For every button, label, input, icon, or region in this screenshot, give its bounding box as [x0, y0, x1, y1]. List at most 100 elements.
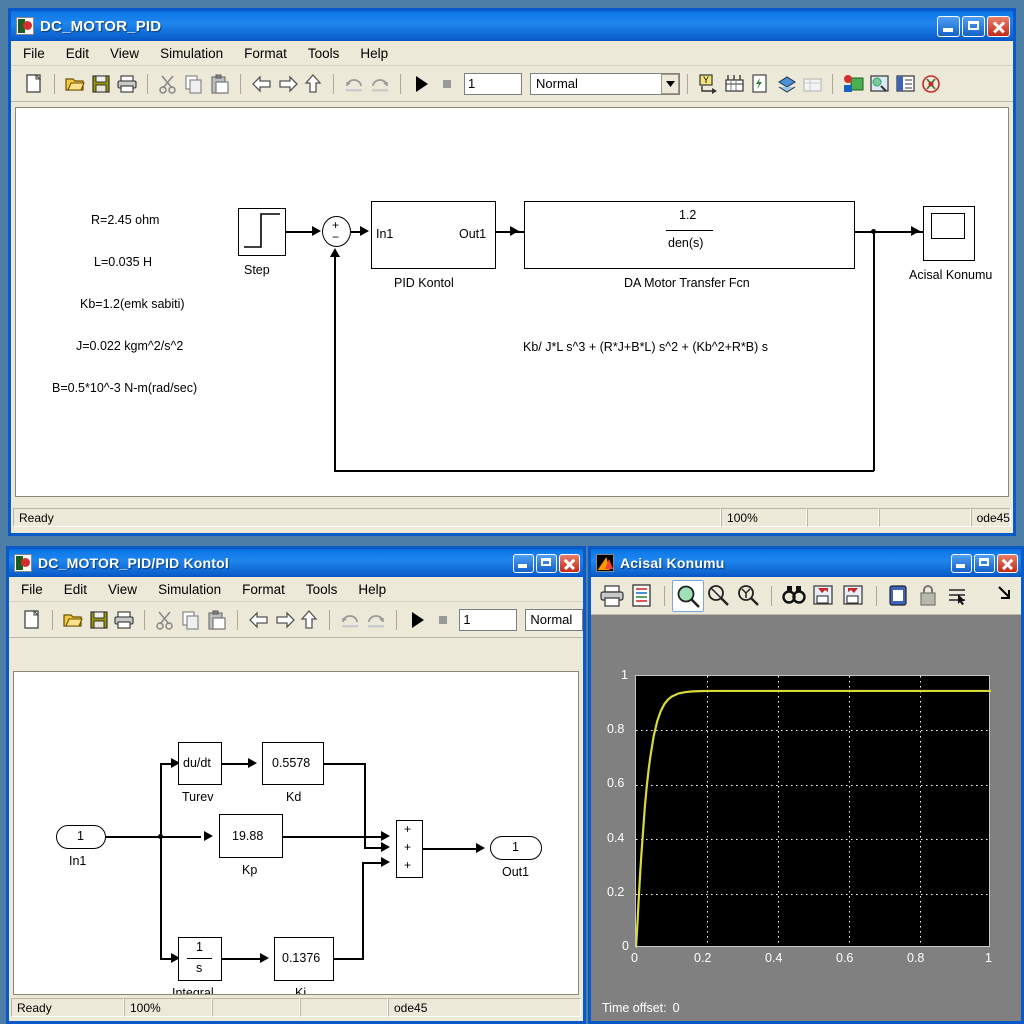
redo-icon[interactable] — [367, 71, 393, 97]
scope-toolbar[interactable] — [591, 577, 1021, 615]
new-icon[interactable] — [19, 607, 45, 633]
build-icon[interactable] — [773, 71, 799, 97]
print-icon[interactable] — [114, 71, 140, 97]
save-icon[interactable] — [88, 71, 114, 97]
pid-toolbar[interactable]: Normal — [9, 602, 583, 638]
close-button[interactable] — [987, 15, 1010, 37]
back-icon[interactable] — [248, 71, 274, 97]
forward-icon[interactable] — [274, 71, 300, 97]
scope-plot-area[interactable]: 1 0.8 0.6 0.4 0.2 0 0 0.2 0.4 0.6 0.8 1 — [594, 663, 1018, 993]
maximize-button[interactable] — [962, 15, 985, 37]
help-icon[interactable] — [918, 71, 944, 97]
up-icon[interactable] — [296, 607, 322, 633]
menu-file[interactable]: File — [23, 46, 45, 61]
update-diagram-icon[interactable] — [747, 71, 773, 97]
stop-simulation-icon[interactable] — [430, 607, 456, 633]
simulation-mode-select[interactable]: Normal — [525, 608, 583, 631]
print-icon[interactable] — [597, 581, 627, 611]
minimize-button[interactable] — [513, 553, 534, 573]
simulation-mode-select[interactable]: Normal — [530, 72, 680, 95]
zoom-y-icon[interactable] — [734, 581, 764, 611]
stop-time-input[interactable] — [464, 72, 522, 95]
copy-icon[interactable] — [181, 71, 207, 97]
menu-help[interactable]: Help — [358, 582, 386, 597]
menu-tools[interactable]: Tools — [308, 46, 340, 61]
toggle-model-browser-icon[interactable] — [866, 71, 892, 97]
minimize-button[interactable] — [951, 553, 972, 573]
chevron-down-icon[interactable] — [661, 73, 679, 94]
restore-axes-icon[interactable] — [839, 581, 869, 611]
start-simulation-icon[interactable] — [408, 71, 434, 97]
scope-window[interactable]: Acisal Konumu 1 0.8 0.6 0.4 0.2 0 0 0.2 … — [588, 546, 1024, 1024]
model-window-controls[interactable] — [937, 15, 1010, 37]
overflow-chevron-icon[interactable] — [995, 583, 1015, 603]
start-simulation-icon[interactable] — [404, 607, 430, 633]
model-explorer-icon[interactable] — [799, 71, 825, 97]
paste-icon[interactable] — [204, 607, 230, 633]
print-icon[interactable] — [111, 607, 137, 633]
debug-icon[interactable] — [721, 71, 747, 97]
model-titlebar[interactable]: DC_MOTOR_PID — [11, 11, 1013, 41]
forward-icon[interactable] — [271, 607, 297, 633]
close-button[interactable] — [997, 553, 1018, 573]
new-icon[interactable] — [21, 71, 47, 97]
stop-simulation-icon[interactable] — [434, 71, 460, 97]
simulation-mode-value: Normal — [530, 612, 573, 627]
maximize-button[interactable] — [536, 553, 557, 573]
lock-axes-icon[interactable] — [914, 581, 944, 611]
model-window[interactable]: DC_MOTOR_PID File Edit View Simulation F… — [8, 8, 1016, 536]
menu-format[interactable]: Format — [242, 582, 285, 597]
save-axes-icon[interactable] — [809, 581, 839, 611]
model-canvas[interactable]: R=2.45 ohm L=0.035 H Kb=1.2(emk sabiti) … — [15, 107, 1009, 497]
scope-manager-icon[interactable]: Y — [695, 71, 721, 97]
cut-icon[interactable] — [155, 71, 181, 97]
cut-icon[interactable] — [152, 607, 178, 633]
stop-time-input[interactable] — [459, 608, 518, 631]
menu-format[interactable]: Format — [244, 46, 287, 61]
model-toolbar[interactable]: Normal Y — [11, 66, 1013, 102]
scope-block[interactable] — [923, 206, 975, 261]
pid-canvas[interactable]: 1 In1 du/dt Turev 0.5578 Kd 19.88 Kp 1 s… — [13, 671, 579, 995]
signal-selection-icon[interactable] — [944, 581, 974, 611]
properties-icon[interactable] — [892, 71, 918, 97]
pid-titlebar[interactable]: DC_MOTOR_PID/PID Kontol — [9, 549, 583, 577]
open-icon[interactable] — [62, 71, 88, 97]
zoom-x-icon[interactable] — [704, 581, 734, 611]
scope-titlebar[interactable]: Acisal Konumu — [591, 549, 1021, 577]
menu-tools[interactable]: Tools — [306, 582, 338, 597]
redo-icon[interactable] — [363, 607, 389, 633]
zoom-box-icon[interactable] — [672, 579, 704, 612]
menu-simulation[interactable]: Simulation — [160, 46, 223, 61]
paste-icon[interactable] — [207, 71, 233, 97]
menu-edit[interactable]: Edit — [66, 46, 89, 61]
open-icon[interactable] — [60, 607, 86, 633]
floating-scope-icon[interactable] — [884, 581, 914, 611]
menu-edit[interactable]: Edit — [64, 582, 87, 597]
undo-icon[interactable] — [337, 607, 363, 633]
undo-icon[interactable] — [341, 71, 367, 97]
copy-icon[interactable] — [178, 607, 204, 633]
back-icon[interactable] — [245, 607, 271, 633]
status-zoom: 100% — [721, 508, 808, 527]
menu-view[interactable]: View — [108, 582, 137, 597]
menu-help[interactable]: Help — [360, 46, 388, 61]
scope-window-controls[interactable] — [951, 553, 1018, 573]
pid-window-controls[interactable] — [513, 553, 580, 573]
pid-menubar[interactable]: File Edit View Simulation Format Tools H… — [9, 577, 583, 602]
menu-view[interactable]: View — [110, 46, 139, 61]
step-block[interactable] — [238, 208, 286, 256]
maximize-button[interactable] — [974, 553, 995, 573]
minimize-button[interactable] — [937, 15, 960, 37]
ytick-0: 0 — [622, 939, 629, 953]
save-icon[interactable] — [86, 607, 112, 633]
library-browser-icon[interactable] — [840, 71, 866, 97]
ytick-1: 1 — [621, 668, 628, 682]
up-icon[interactable] — [300, 71, 326, 97]
parameters-icon[interactable] — [627, 581, 657, 611]
pid-subsystem-window[interactable]: DC_MOTOR_PID/PID Kontol File Edit View S… — [6, 546, 586, 1024]
menu-file[interactable]: File — [21, 582, 43, 597]
menu-simulation[interactable]: Simulation — [158, 582, 221, 597]
model-menubar[interactable]: File Edit View Simulation Format Tools H… — [11, 41, 1013, 66]
autoscale-icon[interactable] — [779, 581, 809, 611]
close-button[interactable] — [559, 553, 580, 573]
